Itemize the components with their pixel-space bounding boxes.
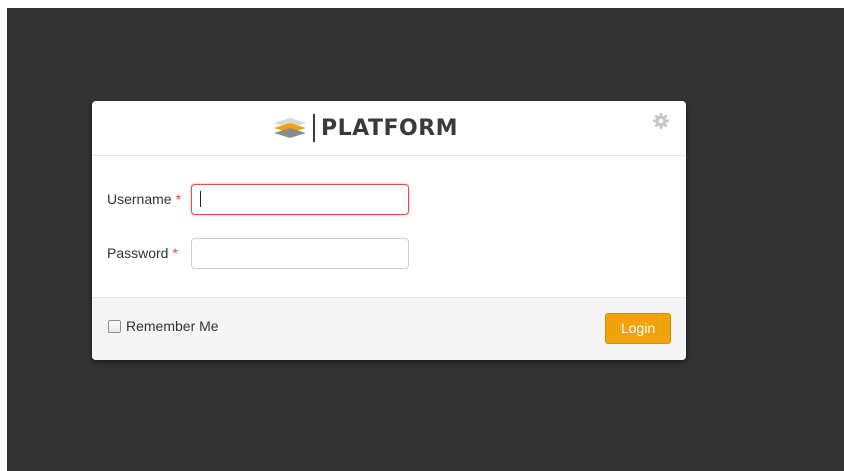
platform-logo: PLATFORM [272, 113, 458, 143]
text-caret [200, 191, 201, 207]
gear-icon[interactable] [653, 113, 669, 129]
logo-divider [313, 114, 315, 142]
logo-text: PLATFORM [321, 115, 459, 141]
layered-platform-logo-icon [274, 118, 306, 138]
login-button[interactable]: Login [605, 313, 671, 344]
password-label-text: Password [107, 245, 169, 261]
dialog-footer: Remember Me Login [92, 297, 686, 360]
dialog-header: PLATFORM [92, 101, 686, 156]
username-label: Username * [107, 191, 181, 207]
password-label: Password * [107, 245, 178, 261]
password-input[interactable] [191, 238, 409, 269]
dialog-body: Username * Password * [92, 156, 686, 296]
username-input[interactable] [191, 184, 409, 215]
remember-me[interactable]: Remember Me [108, 318, 219, 334]
login-dialog: PLATFORM Username * Password * Remember M [92, 101, 686, 360]
username-label-text: Username [107, 191, 172, 207]
password-required-marker: * [172, 245, 178, 261]
remember-me-checkbox[interactable] [108, 319, 121, 333]
remember-me-label: Remember Me [126, 318, 219, 334]
username-required-marker: * [175, 191, 182, 207]
